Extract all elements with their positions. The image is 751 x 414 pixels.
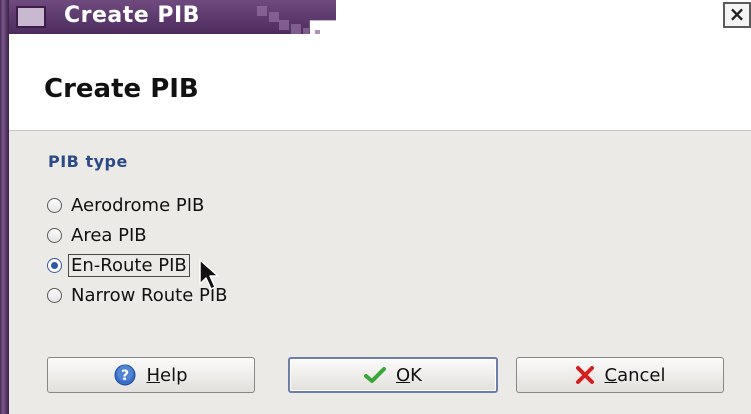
help-button[interactable]: ? Help xyxy=(47,357,255,393)
help-icon: ? xyxy=(114,364,136,386)
help-label: Help xyxy=(146,364,188,386)
radio-label: Area PIB xyxy=(71,224,147,246)
cancel-label: Cancel xyxy=(604,364,666,386)
dialog-header: Create PIB xyxy=(9,34,751,131)
window-title: Create PIB xyxy=(64,3,200,28)
close-button[interactable]: × xyxy=(723,2,751,28)
radio-button[interactable] xyxy=(47,197,62,213)
cancel-button[interactable]: Cancel xyxy=(516,357,724,393)
checkmark-icon xyxy=(364,366,386,384)
ok-label: OK xyxy=(396,364,422,386)
radio-button-selected[interactable] xyxy=(47,257,62,273)
radio-aerodrome-pib[interactable]: Aerodrome PIB xyxy=(47,192,206,218)
radio-label: Aerodrome PIB xyxy=(71,194,205,216)
window-frame-left xyxy=(0,0,9,414)
page-title: Create PIB xyxy=(44,74,199,104)
title-bar[interactable]: Create PIB × xyxy=(9,0,751,34)
pib-type-heading: PIB type xyxy=(48,152,128,171)
radio-button[interactable] xyxy=(47,287,62,303)
radio-narrow-route-pib[interactable]: Narrow Route PIB xyxy=(47,282,230,308)
svg-text:?: ? xyxy=(121,368,129,384)
radio-label: Narrow Route PIB xyxy=(71,284,228,306)
radio-area-pib[interactable]: Area PIB xyxy=(47,222,149,248)
radio-en-route-pib[interactable]: En-Route PIB xyxy=(47,252,190,278)
radio-label: En-Route PIB xyxy=(68,253,190,277)
cancel-x-icon xyxy=(575,365,595,385)
create-pib-dialog: Create PIB × Create PIB PIB type Aerodro… xyxy=(0,0,751,414)
window-icon[interactable] xyxy=(16,6,46,28)
title-decoration xyxy=(257,6,337,34)
ok-button[interactable]: OK xyxy=(288,357,498,393)
radio-button[interactable] xyxy=(47,227,62,243)
